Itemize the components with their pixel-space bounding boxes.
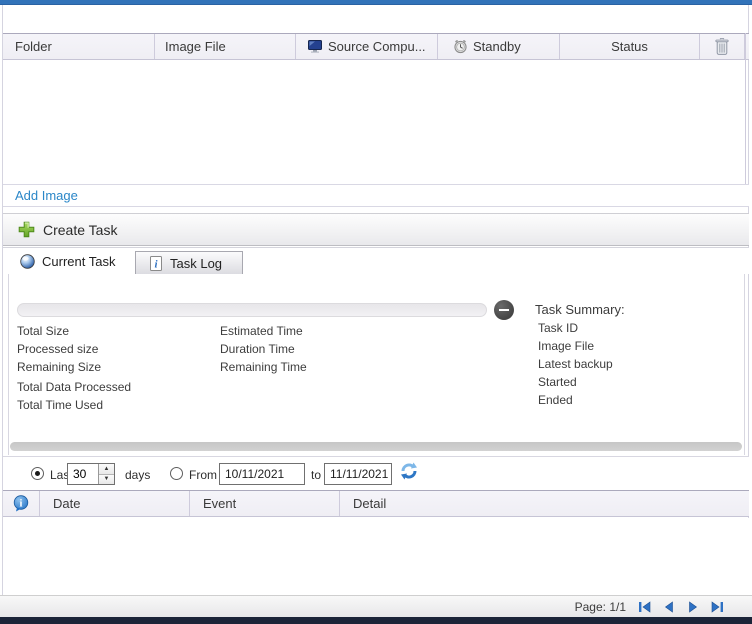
stat-processed-size: Processed size xyxy=(17,342,98,356)
trash-icon[interactable] xyxy=(714,38,730,56)
task-summary-title: Task Summary: xyxy=(535,302,625,317)
refresh-icon[interactable] xyxy=(399,461,419,481)
add-image-button[interactable]: Add Image xyxy=(3,184,749,207)
stat-remaining-time: Remaining Time xyxy=(220,360,307,374)
info-bubble-icon: i xyxy=(13,495,29,512)
last-days-input[interactable] xyxy=(68,464,98,484)
stepper-buttons: ▲ ▼ xyxy=(98,464,114,484)
from-date-input[interactable] xyxy=(219,463,305,485)
log-table-body[interactable] xyxy=(3,518,749,595)
computer-icon xyxy=(308,40,322,53)
page-indicator: Page: 1/1 xyxy=(575,600,626,614)
collapse-button[interactable] xyxy=(494,300,514,320)
svg-text:i: i xyxy=(20,498,23,509)
spinner-up-icon[interactable]: ▲ xyxy=(99,464,114,475)
column-info: i xyxy=(3,491,40,516)
stat-duration-time: Duration Time xyxy=(220,342,295,356)
pager: Page: 1/1 xyxy=(575,596,724,618)
to-label: to xyxy=(311,468,321,482)
last-days-stepper: ▲ ▼ xyxy=(67,463,115,485)
log-filter-bar: Last ▲ ▼ days From to xyxy=(3,456,749,490)
last-days-radio[interactable] xyxy=(31,467,44,480)
create-task-label: Create Task xyxy=(43,222,117,238)
column-folder: Folder xyxy=(3,34,155,59)
task-tab-strip: Current Task i Task Log xyxy=(3,247,749,274)
overall-progress-bar xyxy=(10,442,742,451)
summary-task-id: Task ID xyxy=(538,321,578,335)
prev-page-icon[interactable] xyxy=(662,600,676,614)
window-bottom-strip xyxy=(0,617,752,624)
column-delete xyxy=(700,34,745,59)
app-window: Folder Image File Source Compu... xyxy=(0,0,752,624)
column-status: Status xyxy=(560,34,700,59)
days-label: days xyxy=(125,468,150,482)
first-page-icon[interactable] xyxy=(638,600,652,614)
from-date-radio[interactable] xyxy=(170,467,183,480)
clock-icon xyxy=(453,39,468,54)
plus-icon xyxy=(18,221,35,238)
image-table-body[interactable] xyxy=(3,61,745,183)
column-source-computer: Source Compu... xyxy=(296,34,438,59)
minus-icon xyxy=(499,309,509,311)
create-task-button[interactable]: Create Task xyxy=(3,213,749,246)
summary-ended: Ended xyxy=(538,393,573,407)
next-page-icon[interactable] xyxy=(686,600,700,614)
column-event: Event xyxy=(190,491,340,516)
add-image-label: Add Image xyxy=(15,188,78,203)
column-image-file: Image File xyxy=(155,34,296,59)
tab-task-log[interactable]: i Task Log xyxy=(135,251,243,275)
to-date-input[interactable] xyxy=(324,463,392,485)
column-date: Date xyxy=(40,491,190,516)
image-table-right-border xyxy=(745,33,746,184)
stat-total-data-processed: Total Data Processed xyxy=(17,380,131,394)
stat-total-time-used: Total Time Used xyxy=(17,398,103,412)
status-bar: Page: 1/1 xyxy=(0,595,752,617)
last-page-icon[interactable] xyxy=(710,600,724,614)
log-table-header: i Date Event Detail xyxy=(3,490,749,517)
tab-task-log-label: Task Log xyxy=(170,256,222,271)
column-standby: Standby xyxy=(438,34,560,59)
summary-latest-backup: Latest backup xyxy=(538,357,613,371)
from-label: From xyxy=(189,468,217,482)
stat-total-size: Total Size xyxy=(17,324,69,338)
column-detail: Detail xyxy=(340,491,749,516)
spinner-down-icon[interactable]: ▼ xyxy=(99,475,114,485)
summary-started: Started xyxy=(538,375,577,389)
summary-image-file: Image File xyxy=(538,339,594,353)
stat-remaining-size: Remaining Size xyxy=(17,360,101,374)
tab-current-task-label: Current Task xyxy=(42,254,115,269)
orb-icon xyxy=(20,254,35,269)
doc-info-icon: i xyxy=(150,256,162,271)
task-progress-bar xyxy=(17,303,487,317)
tab-current-task[interactable]: Current Task xyxy=(3,248,135,275)
stat-estimated-time: Estimated Time xyxy=(220,324,303,338)
image-table-header: Folder Image File Source Compu... xyxy=(3,33,749,60)
window-top-strip xyxy=(0,0,752,5)
current-task-panel xyxy=(8,274,745,455)
